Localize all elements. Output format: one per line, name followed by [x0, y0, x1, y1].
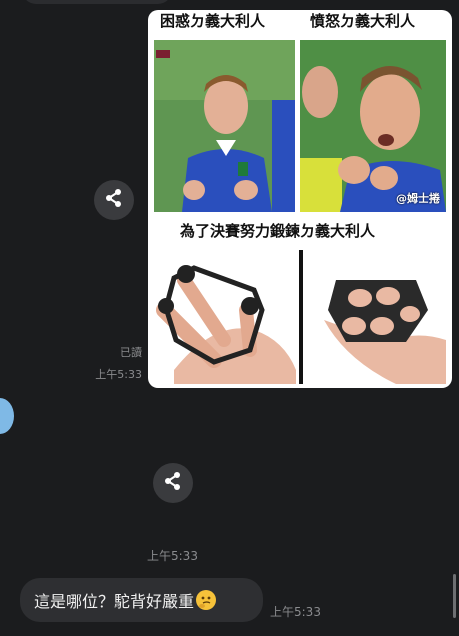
- hand-exerciser-photo-right: [306, 250, 446, 384]
- angry-player-photo: @姆士捲: [300, 40, 446, 212]
- meme-caption-left: 困惑ㄉ義大利人: [160, 12, 266, 30]
- share-icon: [163, 471, 183, 495]
- incoming-message-bubble[interactable]: 這是哪位？駝背好嚴重: [20, 578, 263, 622]
- share-icon: [104, 188, 124, 212]
- share-button[interactable]: [94, 180, 134, 220]
- scrollbar[interactable]: [453, 574, 456, 618]
- meme-caption-bottom: 為了決賽努力鍛鍊ㄉ義大利人: [180, 222, 376, 240]
- previous-message-bubble[interactable]: [22, 0, 172, 4]
- meme-watermark: @姆士捲: [396, 192, 440, 205]
- share-button-2[interactable]: [153, 463, 193, 503]
- confused-player-photo: [154, 40, 295, 212]
- meme-image[interactable]: 困惑ㄉ義大利人 憤怒ㄉ義大利人 @姆士捲 為了決賽努力鍛鍊ㄉ義大利人: [148, 10, 452, 388]
- meme-caption-right: 憤怒ㄉ義大利人: [310, 12, 416, 30]
- thinking-face-emoji-icon: [196, 590, 217, 610]
- message-time-3: 上午5:33: [270, 605, 321, 619]
- avatar[interactable]: [0, 398, 14, 434]
- message-time-2: 上午5:33: [147, 549, 198, 563]
- read-receipt: 已讀: [120, 346, 142, 359]
- hand-exerciser-photo-left: [154, 250, 296, 384]
- incoming-message-text: 這是哪位？駝背好嚴重: [34, 592, 195, 611]
- panel-divider: [299, 250, 303, 384]
- message-time: 上午5:33: [95, 368, 142, 381]
